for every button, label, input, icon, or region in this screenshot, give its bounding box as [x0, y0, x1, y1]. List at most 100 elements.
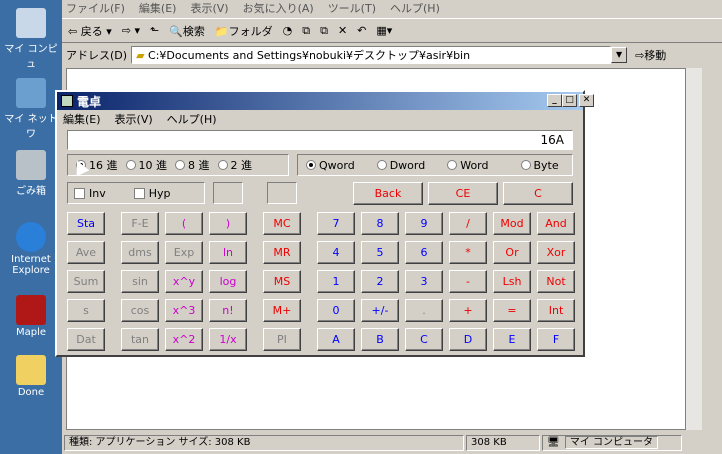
close-paren-key[interactable]: ) [209, 212, 247, 235]
key-3[interactable]: 3 [405, 270, 443, 293]
log-key[interactable]: log [209, 270, 247, 293]
sum-key[interactable]: Sum [67, 270, 105, 293]
or-key[interactable]: Or [493, 241, 531, 264]
c-key[interactable]: C [503, 182, 573, 205]
dms-key[interactable]: dms [121, 241, 159, 264]
xcube-key[interactable]: x^3 [165, 299, 203, 322]
close-icon[interactable]: ✕ [579, 94, 594, 107]
back-key[interactable]: Back [353, 182, 423, 205]
mplus-key[interactable]: M+ [263, 299, 301, 322]
radio-byte[interactable]: Byte [520, 159, 559, 172]
menu-file[interactable]: ファイル(F) [66, 0, 125, 17]
folders-button[interactable]: 📁フォルダ [215, 23, 273, 39]
key-e[interactable]: E [493, 328, 531, 351]
history-icon[interactable]: ◔ [283, 24, 293, 37]
key-f[interactable]: F [537, 328, 575, 351]
sin-key[interactable]: sin [121, 270, 159, 293]
sign-key[interactable]: +/- [361, 299, 399, 322]
network-desktop-icon[interactable]: マイ ネットワ [0, 78, 62, 140]
maple-desktop-icon[interactable]: Maple [0, 295, 62, 338]
calc-menu-help[interactable]: ヘルプ(H) [167, 111, 217, 127]
not-key[interactable]: Not [537, 270, 575, 293]
inv-checkbox[interactable]: Inv [74, 187, 106, 200]
ln-key[interactable]: ln [209, 241, 247, 264]
key-4[interactable]: 4 [317, 241, 355, 264]
search-button[interactable]: 🔍検索 [169, 23, 205, 39]
equals-key[interactable]: = [493, 299, 531, 322]
menu-edit[interactable]: 編集(E) [139, 0, 177, 17]
factorial-key[interactable]: n! [209, 299, 247, 322]
xpowy-key[interactable]: x^y [165, 270, 203, 293]
tan-key[interactable]: tan [121, 328, 159, 351]
key-b[interactable]: B [361, 328, 399, 351]
calculator-titlebar[interactable]: 電卓 _ □ ✕ [57, 92, 594, 110]
delete-icon[interactable]: ✕ [338, 24, 347, 37]
key-0[interactable]: 0 [317, 299, 355, 322]
mc-key[interactable]: MC [263, 212, 301, 235]
key-1[interactable]: 1 [317, 270, 355, 293]
menu-view[interactable]: 表示(V) [190, 0, 228, 17]
key-6[interactable]: 6 [405, 241, 443, 264]
key-7[interactable]: 7 [317, 212, 355, 235]
and-key[interactable]: And [537, 212, 575, 235]
radio-dword[interactable]: Dword [376, 159, 425, 172]
sta-key[interactable]: Sta [67, 212, 105, 235]
key-5[interactable]: 5 [361, 241, 399, 264]
mod-key[interactable]: Mod [493, 212, 531, 235]
ms-key[interactable]: MS [263, 270, 301, 293]
key-a[interactable]: A [317, 328, 355, 351]
ave-key[interactable]: Ave [67, 241, 105, 264]
pi-key[interactable]: PI [263, 328, 301, 351]
open-paren-key[interactable]: ( [165, 212, 203, 235]
divide-key[interactable]: / [449, 212, 487, 235]
dat-key[interactable]: Dat [67, 328, 105, 351]
lsh-key[interactable]: Lsh [493, 270, 531, 293]
mr-key[interactable]: MR [263, 241, 301, 264]
views-icon[interactable]: ▦▾ [376, 24, 392, 37]
radio-dec[interactable]: 10 進 [125, 157, 167, 173]
radio-oct[interactable]: 8 進 [175, 157, 210, 173]
cos-key[interactable]: cos [121, 299, 159, 322]
int-key[interactable]: Int [537, 299, 575, 322]
forward-icon[interactable]: ⇨ ▾ [122, 24, 140, 37]
multiply-key[interactable]: * [449, 241, 487, 264]
radio-bin[interactable]: 2 進 [217, 157, 252, 173]
hyp-checkbox[interactable]: Hyp [133, 187, 171, 200]
move-to-icon[interactable]: ⧉ [302, 24, 310, 38]
key-c[interactable]: C [405, 328, 443, 351]
undo-icon[interactable]: ↶ [357, 24, 366, 37]
maximize-icon[interactable]: □ [562, 94, 577, 107]
radio-qword[interactable]: Qword [306, 159, 355, 172]
internet-explorer-desktop-icon[interactable]: Internet Explore [0, 222, 62, 276]
vertical-scrollbar[interactable] [686, 68, 702, 430]
menu-help[interactable]: ヘルプ(H) [390, 0, 440, 17]
back-button[interactable]: ⇦ 戻る ▾ [68, 23, 112, 39]
recycle-bin-desktop-icon[interactable]: ごみ箱 [0, 150, 62, 197]
reciprocal-key[interactable]: 1/x [209, 328, 247, 351]
done-folder-desktop-icon[interactable]: Done [0, 355, 62, 398]
exp-key[interactable]: Exp [165, 241, 203, 264]
radio-word[interactable]: Word [447, 159, 489, 172]
minus-key[interactable]: - [449, 270, 487, 293]
xsquare-key[interactable]: x^2 [165, 328, 203, 351]
fe-key[interactable]: F-E [121, 212, 159, 235]
ce-key[interactable]: CE [428, 182, 498, 205]
copy-to-icon[interactable]: ⧉ [320, 24, 328, 38]
decimal-key[interactable]: . [405, 299, 443, 322]
address-input[interactable]: ▰ C:¥Documents and Settings¥nobuki¥デスクトッ… [131, 46, 612, 64]
key-9[interactable]: 9 [405, 212, 443, 235]
minimize-icon[interactable]: _ [547, 94, 562, 107]
plus-key[interactable]: + [449, 299, 487, 322]
s-key[interactable]: s [67, 299, 105, 322]
go-button[interactable]: ⇨移動 [635, 47, 666, 63]
my-computer-desktop-icon[interactable]: マイ コンピュ [0, 8, 62, 70]
xor-key[interactable]: Xor [537, 241, 575, 264]
menu-favorites[interactable]: お気に入り(A) [243, 0, 314, 17]
menu-tools[interactable]: ツール(T) [328, 0, 376, 17]
address-dropdown-icon[interactable]: ▼ [611, 47, 628, 63]
key-8[interactable]: 8 [361, 212, 399, 235]
key-d[interactable]: D [449, 328, 487, 351]
calc-menu-edit[interactable]: 編集(E) [63, 111, 101, 127]
up-folder-icon[interactable]: ⬑ [150, 24, 159, 37]
calc-menu-view[interactable]: 表示(V) [115, 111, 153, 127]
